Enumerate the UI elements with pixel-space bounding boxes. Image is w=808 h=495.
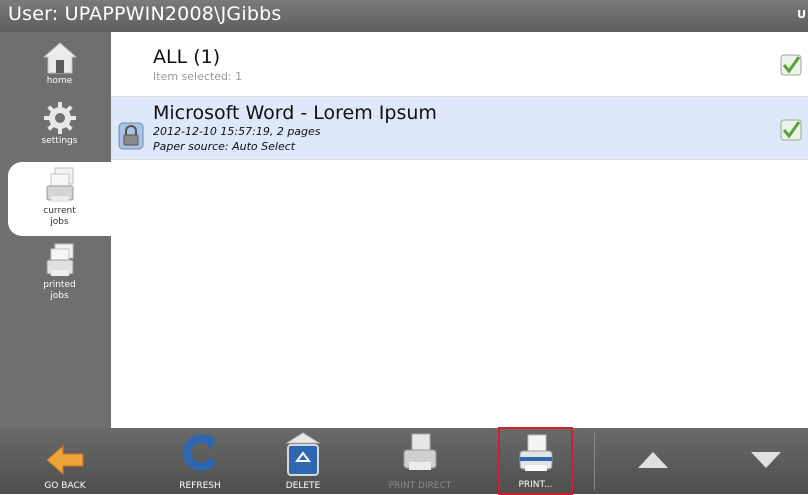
checkbox-checked-icon[interactable] <box>780 119 802 141</box>
recycle-bin-icon <box>285 432 321 476</box>
items-selected-text: Item selected: 1 <box>153 70 243 83</box>
printer-icon <box>46 243 73 276</box>
print-direct-label: PRINT DIRECT <box>388 481 452 491</box>
title-corner-text: U <box>797 8 806 21</box>
printer-icon <box>403 433 437 470</box>
lock-icon <box>118 122 144 150</box>
sidebar-item-label: printed <box>43 280 76 290</box>
scroll-up-button[interactable] <box>618 428 688 494</box>
refresh-button[interactable]: REFRESH <box>155 428 245 494</box>
job-list: ALL (1) Item selected: 1 Microsoft Word … <box>111 32 808 428</box>
sidebar-item-home[interactable]: home <box>8 40 111 98</box>
user-title: User: UPAPPWIN2008\JGibbs <box>8 3 282 25</box>
title-bar: User: UPAPPWIN2008\JGibbs U <box>0 0 808 32</box>
printer-icon <box>46 167 73 202</box>
sidebar-item-label: jobs <box>50 217 69 227</box>
job-title: Microsoft Word - Lorem Ipsum <box>153 102 437 124</box>
print-direct-button[interactable]: PRINT DIRECT <box>372 428 468 494</box>
checkbox-checked-icon[interactable] <box>780 54 802 76</box>
job-date-pages: 2012-12-10 15:57:19, 2 pages <box>153 125 321 138</box>
arrow-down-icon <box>751 452 781 468</box>
sidebar-item-label: settings <box>41 136 78 146</box>
go-back-label: GO BACK <box>44 481 86 491</box>
print-button[interactable]: PRINT... <box>498 427 573 495</box>
home-icon <box>42 42 77 74</box>
arrow-up-icon <box>638 452 668 468</box>
sidebar-item-printed-jobs[interactable]: printed jobs <box>8 242 111 312</box>
gear-icon <box>43 102 76 134</box>
delete-button[interactable]: DELETE <box>258 428 348 494</box>
sidebar-item-current-jobs[interactable]: current jobs <box>8 162 111 236</box>
list-header-row[interactable]: ALL (1) Item selected: 1 <box>111 32 808 97</box>
sidebar: home settings current jobs printed jobs <box>0 32 111 428</box>
refresh-label: REFRESH <box>179 481 221 491</box>
sidebar-item-settings[interactable]: settings <box>8 100 111 160</box>
print-label: PRINT... <box>518 480 553 490</box>
refresh-icon <box>183 434 217 471</box>
bottom-toolbar: GO BACK REFRESH DELETE PRINT DIRECT PRIN… <box>0 427 808 495</box>
go-back-button[interactable]: GO BACK <box>20 428 110 494</box>
printer-icon <box>519 434 552 471</box>
list-header-title: ALL (1) <box>153 46 221 68</box>
sidebar-item-label: home <box>46 76 73 86</box>
arrow-left-icon <box>46 444 84 476</box>
sidebar-item-label: current <box>43 206 76 216</box>
sidebar-item-label: jobs <box>50 291 69 301</box>
scroll-down-button[interactable] <box>726 428 806 494</box>
delete-label: DELETE <box>285 481 321 491</box>
table-row[interactable]: Microsoft Word - Lorem Ipsum 2012-12-10 … <box>111 97 808 160</box>
job-paper-source: Paper source: Auto Select <box>153 140 296 153</box>
toolbar-divider <box>594 432 595 490</box>
